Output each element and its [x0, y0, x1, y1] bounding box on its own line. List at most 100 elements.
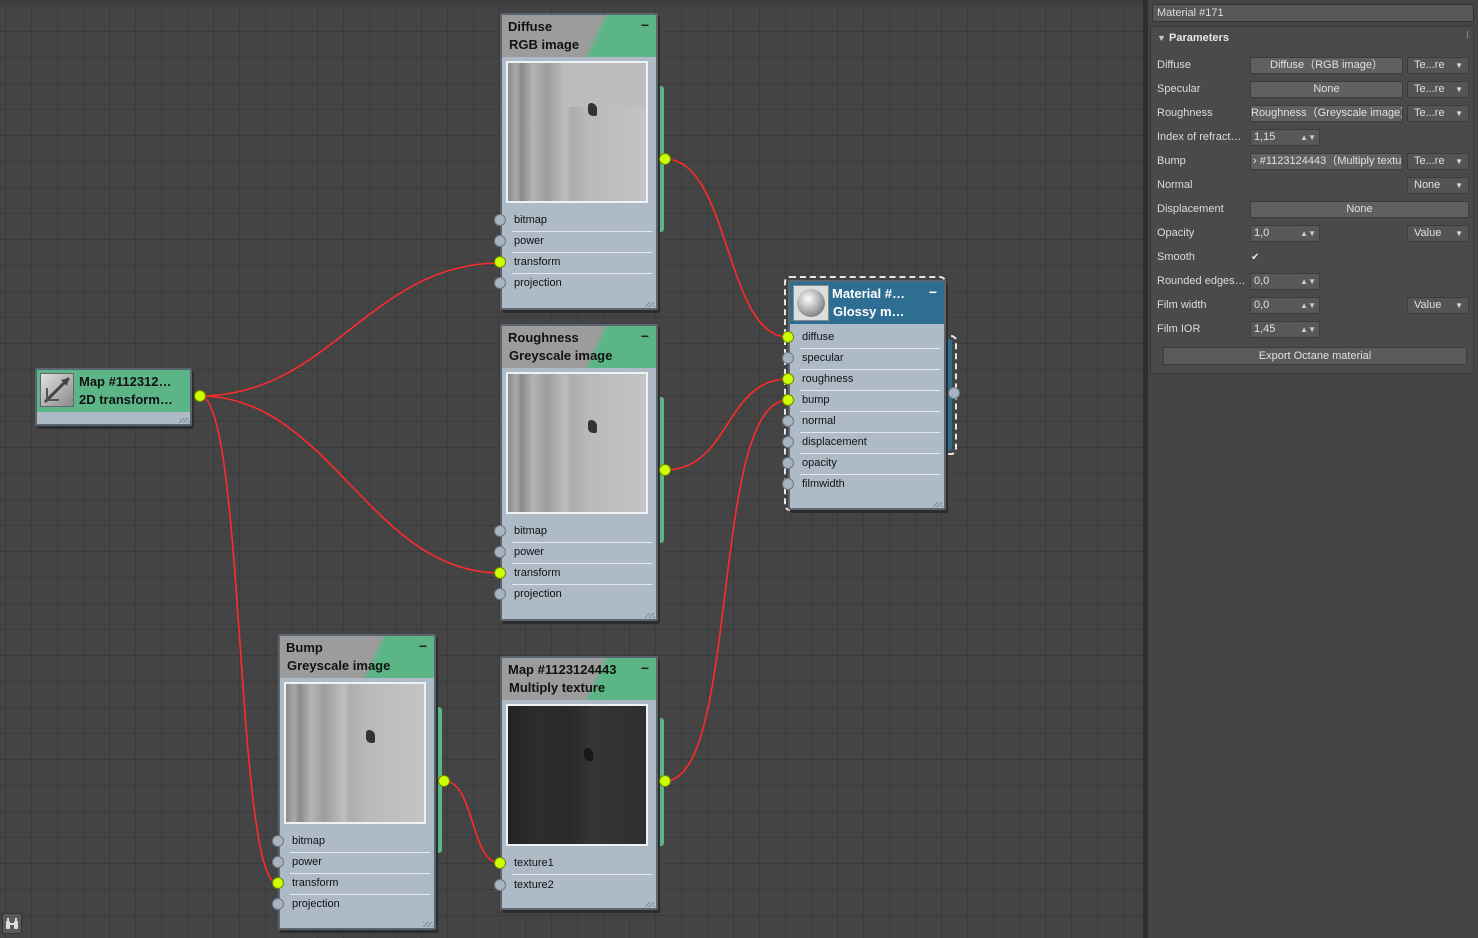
- ior-spinner[interactable]: 1,15 ▲▼: [1250, 129, 1320, 146]
- roughness-map-button[interactable]: Roughness（Greyscale image）: [1250, 105, 1403, 122]
- diffuse-type-dropdown[interactable]: Te...re ▼: [1407, 57, 1469, 74]
- socket-roughness-bitmap[interactable]: [494, 525, 506, 537]
- pin-icon[interactable]: ⁝: [1466, 30, 1469, 41]
- node-multiply-preview: [506, 704, 648, 846]
- socket-bump-projection[interactable]: [272, 898, 284, 910]
- socket-roughness-transform[interactable]: [494, 567, 506, 579]
- socket-label: projection: [292, 898, 340, 910]
- param-label: Index of refract…: [1157, 131, 1242, 143]
- film-width-type-dropdown[interactable]: Value ▼: [1407, 297, 1469, 314]
- socket-material-diffuse[interactable]: [782, 331, 794, 343]
- bump-map-button[interactable]: › #1123124443（Multiply textu: [1250, 153, 1403, 170]
- resize-handle[interactable]: [423, 922, 433, 927]
- minimize-icon[interactable]: −: [641, 660, 649, 676]
- node-multiply[interactable]: Map #1123124443 Multiply texture − textu…: [500, 656, 658, 910]
- minimize-icon[interactable]: −: [641, 17, 649, 33]
- rounded-edges-spinner[interactable]: 0,0 ▲▼: [1250, 273, 1320, 290]
- socket-label: transform: [514, 567, 561, 579]
- param-label: Displacement: [1157, 203, 1224, 215]
- resize-handle[interactable]: [645, 302, 655, 307]
- node-diffuse-header[interactable]: Diffuse RGB image −: [502, 15, 656, 57]
- node-multiply-subtitle: Multiply texture: [509, 680, 606, 695]
- socket-material-opacity[interactable]: [782, 457, 794, 469]
- film-width-spinner[interactable]: 0,0 ▲▼: [1250, 297, 1320, 314]
- param-row-film-ior: Film IOR 1,45 ▲▼: [1151, 320, 1473, 340]
- bump-type-dropdown[interactable]: Te...re ▼: [1407, 153, 1469, 170]
- dropdown-value: Te...re: [1414, 155, 1445, 167]
- spinner-arrows-icon[interactable]: ▲▼: [1300, 130, 1316, 145]
- socket-material-bump[interactable]: [782, 394, 794, 406]
- socket-row: diffuse: [790, 328, 944, 349]
- socket-material-normal[interactable]: [782, 415, 794, 427]
- specular-type-dropdown[interactable]: Te...re ▼: [1407, 81, 1469, 98]
- socket-multiply-texture2[interactable]: [494, 879, 506, 891]
- displacement-map-button[interactable]: None: [1250, 201, 1469, 218]
- socket-label: power: [514, 235, 544, 247]
- diffuse-map-button[interactable]: Diffuse（RGB image）: [1250, 57, 1403, 74]
- specular-map-button[interactable]: None: [1250, 81, 1403, 98]
- minimize-icon[interactable]: −: [419, 638, 427, 654]
- node-transform[interactable]: Map #112312… 2D transform…: [35, 368, 192, 426]
- node-bump[interactable]: Bump Greyscale image − bitmap power tran…: [278, 634, 436, 930]
- socket-roughness-projection[interactable]: [494, 588, 506, 600]
- node-material-header[interactable]: Material #… Glossy m… −: [790, 282, 944, 324]
- socket-label: specular: [802, 352, 844, 364]
- node-diffuse[interactable]: Diffuse RGB image − bitmap power transfo…: [500, 13, 658, 310]
- material-name-field[interactable]: Material #171: [1152, 4, 1474, 22]
- socket-bump-bitmap[interactable]: [272, 835, 284, 847]
- roughness-type-dropdown[interactable]: Te...re ▼: [1407, 105, 1469, 122]
- spinner-arrows-icon[interactable]: ▲▼: [1300, 274, 1316, 289]
- resize-handle[interactable]: [645, 902, 655, 907]
- spinner-arrows-icon[interactable]: ▲▼: [1300, 322, 1316, 337]
- opacity-spinner[interactable]: 1,0 ▲▼: [1250, 225, 1320, 242]
- node-bump-header[interactable]: Bump Greyscale image −: [280, 636, 434, 678]
- socket-row: projection: [280, 895, 434, 916]
- socket-diffuse-projection[interactable]: [494, 277, 506, 289]
- socket-label: bump: [802, 394, 830, 406]
- socket-bump-output[interactable]: [438, 775, 450, 787]
- film-ior-spinner[interactable]: 1,45 ▲▼: [1250, 321, 1320, 338]
- socket-roughness-output[interactable]: [659, 464, 671, 476]
- socket-transform-output[interactable]: [194, 390, 206, 402]
- param-row-specular: Specular None Te...re ▼: [1151, 80, 1473, 100]
- spinner-arrows-icon[interactable]: ▲▼: [1300, 298, 1316, 313]
- param-label: Specular: [1157, 83, 1201, 95]
- socket-diffuse-transform[interactable]: [494, 256, 506, 268]
- socket-roughness-power[interactable]: [494, 546, 506, 558]
- node-material[interactable]: Material #… Glossy m… − diffuse specular…: [788, 280, 946, 510]
- node-multiply-header[interactable]: Map #1123124443 Multiply texture −: [502, 658, 656, 700]
- socket-material-output[interactable]: [948, 387, 960, 399]
- smooth-checkbox[interactable]: ✔: [1251, 252, 1262, 263]
- socket-multiply-texture1[interactable]: [494, 857, 506, 869]
- socket-row: transform: [280, 874, 434, 895]
- socket-multiply-output[interactable]: [659, 775, 671, 787]
- socket-row: power: [502, 543, 656, 564]
- wire-bump-to-multiply: [443, 780, 501, 864]
- socket-material-roughness[interactable]: [782, 373, 794, 385]
- minimize-icon[interactable]: −: [929, 284, 937, 300]
- resize-handle[interactable]: [179, 418, 189, 423]
- minimize-icon[interactable]: −: [641, 328, 649, 344]
- node-editor-canvas[interactable]: Diffuse RGB image − bitmap power transfo…: [0, 0, 1143, 938]
- socket-material-filmwidth[interactable]: [782, 478, 794, 490]
- socket-material-specular[interactable]: [782, 352, 794, 364]
- binoculars-icon[interactable]: [2, 913, 22, 934]
- resize-handle[interactable]: [645, 613, 655, 618]
- normal-type-dropdown[interactable]: None ▼: [1407, 177, 1469, 194]
- node-roughness-header[interactable]: Roughness Greyscale image −: [502, 326, 656, 368]
- node-roughness[interactable]: Roughness Greyscale image − bitmap power…: [500, 324, 658, 621]
- collapse-arrow-icon[interactable]: ▼: [1157, 33, 1166, 43]
- socket-material-displacement[interactable]: [782, 436, 794, 448]
- socket-bump-transform[interactable]: [272, 877, 284, 889]
- socket-diffuse-power[interactable]: [494, 235, 506, 247]
- parameters-title[interactable]: Parameters: [1169, 32, 1229, 44]
- node-transform-header[interactable]: Map #112312… 2D transform…: [37, 370, 190, 412]
- spinner-arrows-icon[interactable]: ▲▼: [1300, 226, 1316, 241]
- socket-diffuse-output[interactable]: [659, 153, 671, 165]
- spinner-value: 1,15: [1254, 131, 1276, 143]
- opacity-type-dropdown[interactable]: Value ▼: [1407, 225, 1469, 242]
- export-octane-material-button[interactable]: Export Octane material: [1163, 347, 1467, 365]
- socket-bump-power[interactable]: [272, 856, 284, 868]
- socket-diffuse-bitmap[interactable]: [494, 214, 506, 226]
- resize-handle[interactable]: [933, 502, 943, 507]
